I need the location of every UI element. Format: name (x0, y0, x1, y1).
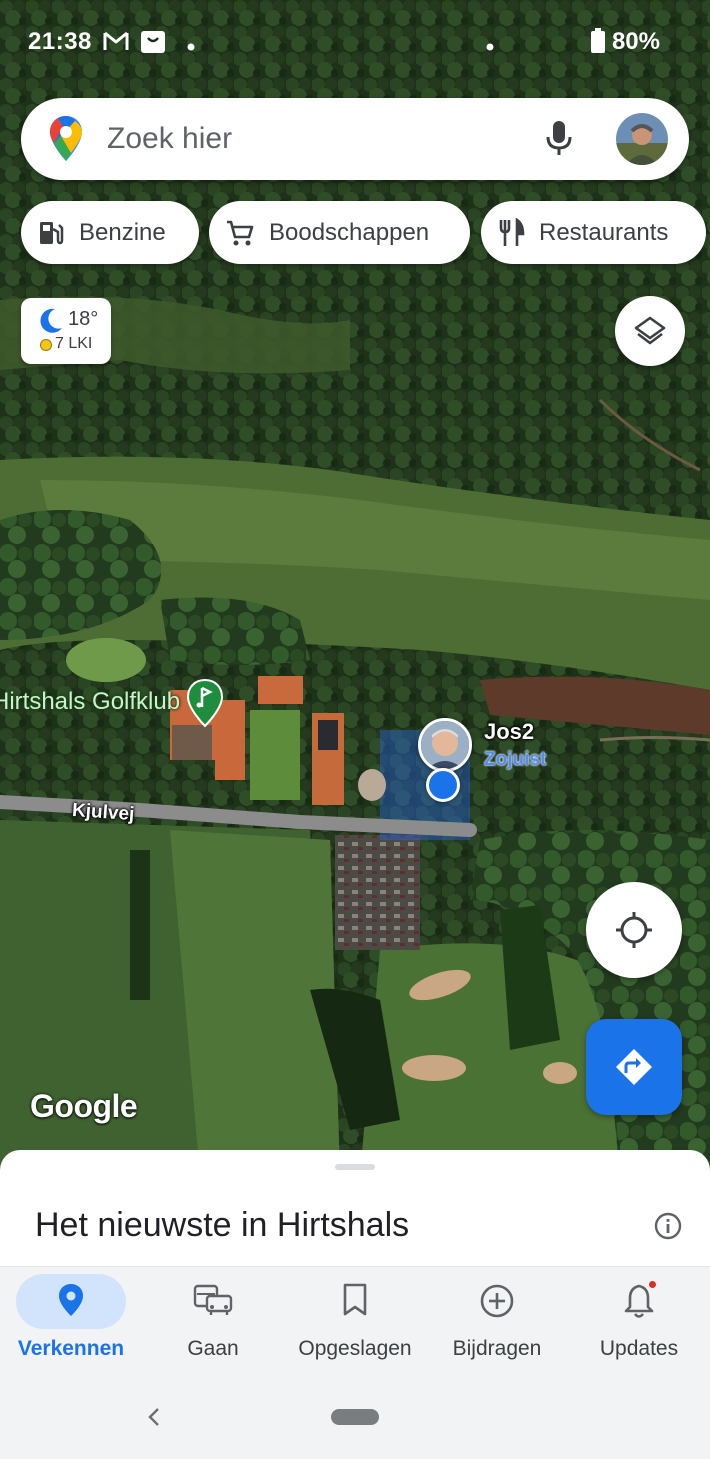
notification-badge (647, 1279, 658, 1290)
chip-label: Restaurants (539, 218, 669, 246)
dot-icon (187, 38, 195, 56)
nav-explore[interactable]: Verkennen (0, 1267, 142, 1377)
chip-restaurants[interactable]: Restaurants (481, 201, 706, 264)
nav-go[interactable]: Gaan (142, 1267, 284, 1377)
shopping-cart-icon (227, 220, 254, 245)
layers-icon (634, 316, 666, 345)
nav-label: Gaan (187, 1337, 239, 1360)
restaurant-icon (499, 217, 525, 246)
chip-label: Boodschappen (269, 218, 430, 246)
my-location-button[interactable] (586, 882, 682, 978)
shared-user-status: Zojuist (484, 749, 547, 770)
bookmark-icon (341, 1283, 369, 1322)
google-maps-logo (49, 115, 83, 168)
search-placeholder[interactable]: Zoek hier (107, 122, 232, 156)
my-location-dot (426, 768, 460, 802)
status-bar: 21:38 80% (0, 0, 710, 84)
shared-user-name[interactable]: Jos2 (484, 719, 534, 745)
golf-course-pin-icon[interactable] (186, 678, 224, 733)
nav-label: Verkennen (17, 1337, 125, 1360)
google-attribution: Google (30, 1088, 138, 1124)
air-quality-index: 7 LKI (55, 335, 93, 352)
weather-temperature: 18° (68, 308, 99, 330)
place-label-golf-club[interactable]: Hirtshals Golfklub (0, 688, 180, 716)
battery-percentage: 80% (611, 28, 660, 55)
microphone-icon[interactable] (542, 118, 576, 163)
crosshair-icon (616, 912, 652, 948)
nav-label: Bijdragen (452, 1337, 542, 1360)
drag-handle[interactable] (335, 1164, 375, 1170)
air-quality-indicator (40, 339, 52, 351)
nav-updates[interactable]: Updates (568, 1267, 710, 1377)
dot-icon (486, 38, 494, 56)
location-pin-icon (57, 1283, 85, 1322)
sheet-title: Het nieuwste in Hirtshals (35, 1206, 410, 1244)
gas-station-icon (40, 221, 64, 244)
system-back-icon[interactable] (146, 1405, 162, 1434)
system-home-pill[interactable] (331, 1409, 379, 1425)
battery-icon (590, 28, 606, 59)
bottom-navigation: Verkennen Gaan Opgeslagen Bijdragen Upda… (0, 1266, 710, 1459)
nav-saved[interactable]: Opgeslagen (284, 1267, 426, 1377)
add-circle-icon (479, 1283, 515, 1324)
commute-icon (193, 1283, 233, 1322)
chip-gas-stations[interactable]: Benzine (21, 201, 199, 264)
road-label: Kjulvej (71, 799, 136, 826)
directions-icon (616, 1049, 652, 1085)
profile-avatar[interactable] (616, 113, 668, 165)
nav-label: Updates (599, 1337, 679, 1360)
nav-contribute[interactable]: Bijdragen (426, 1267, 568, 1377)
info-icon[interactable] (654, 1212, 682, 1245)
shared-user-avatar[interactable] (418, 718, 472, 772)
chip-groceries[interactable]: Boodschappen (209, 201, 470, 264)
weather-widget[interactable]: 18° 7 LKI (21, 298, 111, 364)
search-bar[interactable]: Zoek hier (21, 98, 689, 180)
bottom-sheet[interactable]: Het nieuwste in Hirtshals (0, 1150, 710, 1270)
nav-label: Opgeslagen (298, 1337, 412, 1360)
chip-label: Benzine (79, 218, 166, 246)
gmail-icon (103, 30, 129, 57)
directions-button[interactable] (586, 1019, 682, 1115)
status-time: 21:38 (28, 28, 92, 55)
shopping-bag-icon (140, 28, 166, 59)
layers-button[interactable] (615, 296, 685, 366)
